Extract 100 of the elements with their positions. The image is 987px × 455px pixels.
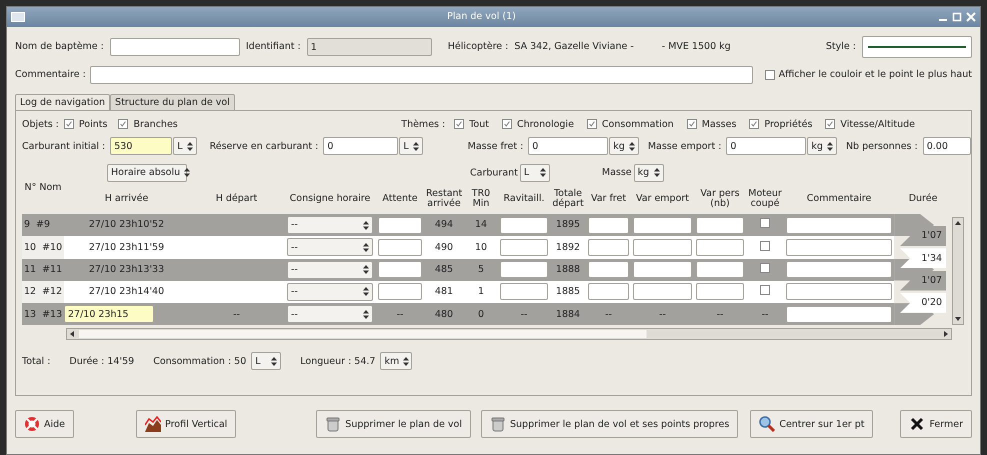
row-comment-field[interactable]: [786, 238, 892, 256]
row-number: 9: [24, 219, 30, 230]
row-comment-field[interactable]: [786, 261, 892, 278]
column-header: Ravitaill.: [498, 184, 550, 214]
persons-change-field[interactable]: [696, 238, 744, 256]
checkbox-label: Tout: [469, 118, 489, 130]
time-constraint-dropdown[interactable]: --: [287, 305, 373, 324]
field-label: Objets :: [22, 118, 59, 130]
payload-change-field[interactable]: [633, 261, 692, 278]
checkbox[interactable]: [760, 262, 770, 273]
persons-change-field[interactable]: [696, 283, 744, 300]
refuel-field[interactable]: [500, 216, 548, 234]
tab[interactable]: Log de navigation: [15, 94, 110, 110]
checkbox-label: Masses: [702, 118, 736, 130]
point-name: #13: [42, 308, 62, 320]
value-field[interactable]: 0: [726, 137, 806, 156]
payload-change-field[interactable]: [633, 216, 692, 234]
vertical-scrollbar[interactable]: [952, 217, 964, 326]
action-button[interactable]: Fermer: [900, 410, 972, 438]
time-constraint-dropdown[interactable]: --: [287, 216, 373, 234]
horizontal-scrollbar[interactable]: [66, 328, 952, 340]
column-header: Restant arrivée: [424, 184, 464, 214]
time-constraint-dropdown[interactable]: --: [287, 260, 373, 279]
table-cell: --: [586, 303, 631, 326]
id-field[interactable]: 1: [306, 38, 432, 56]
table-cell: 27/10 23h10'52: [64, 214, 189, 236]
check-icon: [502, 120, 511, 128]
comment-field[interactable]: [90, 66, 753, 84]
checkbox[interactable]: [749, 119, 760, 130]
column-header: H départ: [189, 184, 284, 214]
checkbox[interactable]: [760, 240, 770, 251]
unit-dropdown[interactable]: L: [399, 137, 423, 156]
field-label: Carburant initial :: [22, 140, 106, 152]
name-field[interactable]: [110, 38, 240, 56]
checkbox[interactable]: [760, 218, 770, 228]
action-button[interactable]: Profil Vertical: [136, 410, 236, 438]
check-icon: [688, 120, 696, 128]
value-field[interactable]: 0: [323, 137, 398, 156]
checkbox[interactable]: [586, 119, 597, 130]
wait-field[interactable]: [378, 283, 422, 300]
action-button[interactable]: Supprimer le plan de vol et ses points propres: [480, 410, 738, 438]
value-field[interactable]: 0.00: [922, 137, 971, 156]
refuel-field[interactable]: [500, 283, 548, 300]
spinner-arrows-icon: [184, 168, 190, 178]
wait-field[interactable]: [378, 261, 422, 278]
persons-change-field[interactable]: [696, 216, 744, 234]
action-button[interactable]: Supprimer le plan de vol: [316, 410, 471, 438]
tab[interactable]: Structure du plan de vol: [110, 94, 235, 110]
checkbox[interactable]: [64, 119, 74, 130]
close-icon[interactable]: [966, 12, 976, 22]
wait-field[interactable]: [378, 216, 422, 234]
unit-dropdown[interactable]: kg: [634, 164, 664, 182]
table-cell: 27/10 23h11'59: [64, 236, 189, 259]
action-button[interactable]: Aide: [15, 410, 74, 438]
maximize-icon[interactable]: [952, 12, 962, 22]
cargo-change-field[interactable]: [588, 283, 629, 300]
checkbox[interactable]: [502, 119, 512, 130]
table-cell: --: [631, 303, 694, 326]
checkbox[interactable]: [764, 70, 775, 80]
unit-dropdown[interactable]: L: [251, 352, 282, 370]
time-mode-dropdown[interactable]: Horaire absolu: [107, 164, 187, 182]
field-label: Identifiant :: [246, 41, 301, 53]
checkbox[interactable]: [760, 285, 770, 296]
time-constraint-dropdown[interactable]: --: [287, 282, 373, 301]
row-number: 12: [24, 286, 36, 298]
unit-dropdown[interactable]: L: [520, 164, 550, 182]
table-cell: 494: [424, 214, 464, 236]
unit-dropdown[interactable]: km: [380, 352, 412, 370]
mountain-profile-icon: [145, 416, 162, 432]
column-group-label: Masse: [602, 166, 632, 178]
line-style-picker[interactable]: [862, 36, 972, 58]
column-header: Var fret: [586, 184, 631, 214]
checkbox-label: Branches: [133, 118, 178, 130]
checkbox[interactable]: [686, 119, 697, 130]
checkbox[interactable]: [454, 119, 464, 130]
leg-duration: 1'34: [900, 248, 946, 268]
refuel-field[interactable]: [500, 261, 548, 278]
cargo-change-field[interactable]: [588, 216, 629, 234]
checkbox[interactable]: [118, 119, 128, 130]
action-button[interactable]: Centrer sur 1er pt: [750, 410, 874, 438]
value-field[interactable]: 530: [110, 137, 172, 156]
total-consumption: Consommation : 50: [153, 356, 246, 368]
persons-change-field[interactable]: [696, 261, 744, 278]
row-comment-field[interactable]: [786, 216, 892, 234]
payload-change-field[interactable]: [633, 283, 692, 300]
refuel-field[interactable]: [500, 238, 548, 256]
column-group-label: Carburant: [470, 166, 518, 178]
time-constraint-dropdown[interactable]: --: [287, 238, 373, 256]
arrival-time-field[interactable]: 27/10 23h15: [64, 305, 154, 324]
row-comment-field[interactable]: [786, 283, 892, 300]
unit-dropdown[interactable]: kg: [609, 137, 639, 156]
cargo-change-field[interactable]: [588, 238, 629, 256]
payload-change-field[interactable]: [633, 238, 692, 256]
unit-dropdown[interactable]: kg: [807, 137, 837, 156]
checkbox[interactable]: [825, 119, 836, 130]
row-comment-field[interactable]: [786, 306, 892, 323]
value-field[interactable]: 0: [528, 137, 608, 156]
cargo-change-field[interactable]: [588, 261, 629, 278]
unit-dropdown[interactable]: L: [173, 137, 197, 156]
wait-field[interactable]: [378, 238, 422, 256]
